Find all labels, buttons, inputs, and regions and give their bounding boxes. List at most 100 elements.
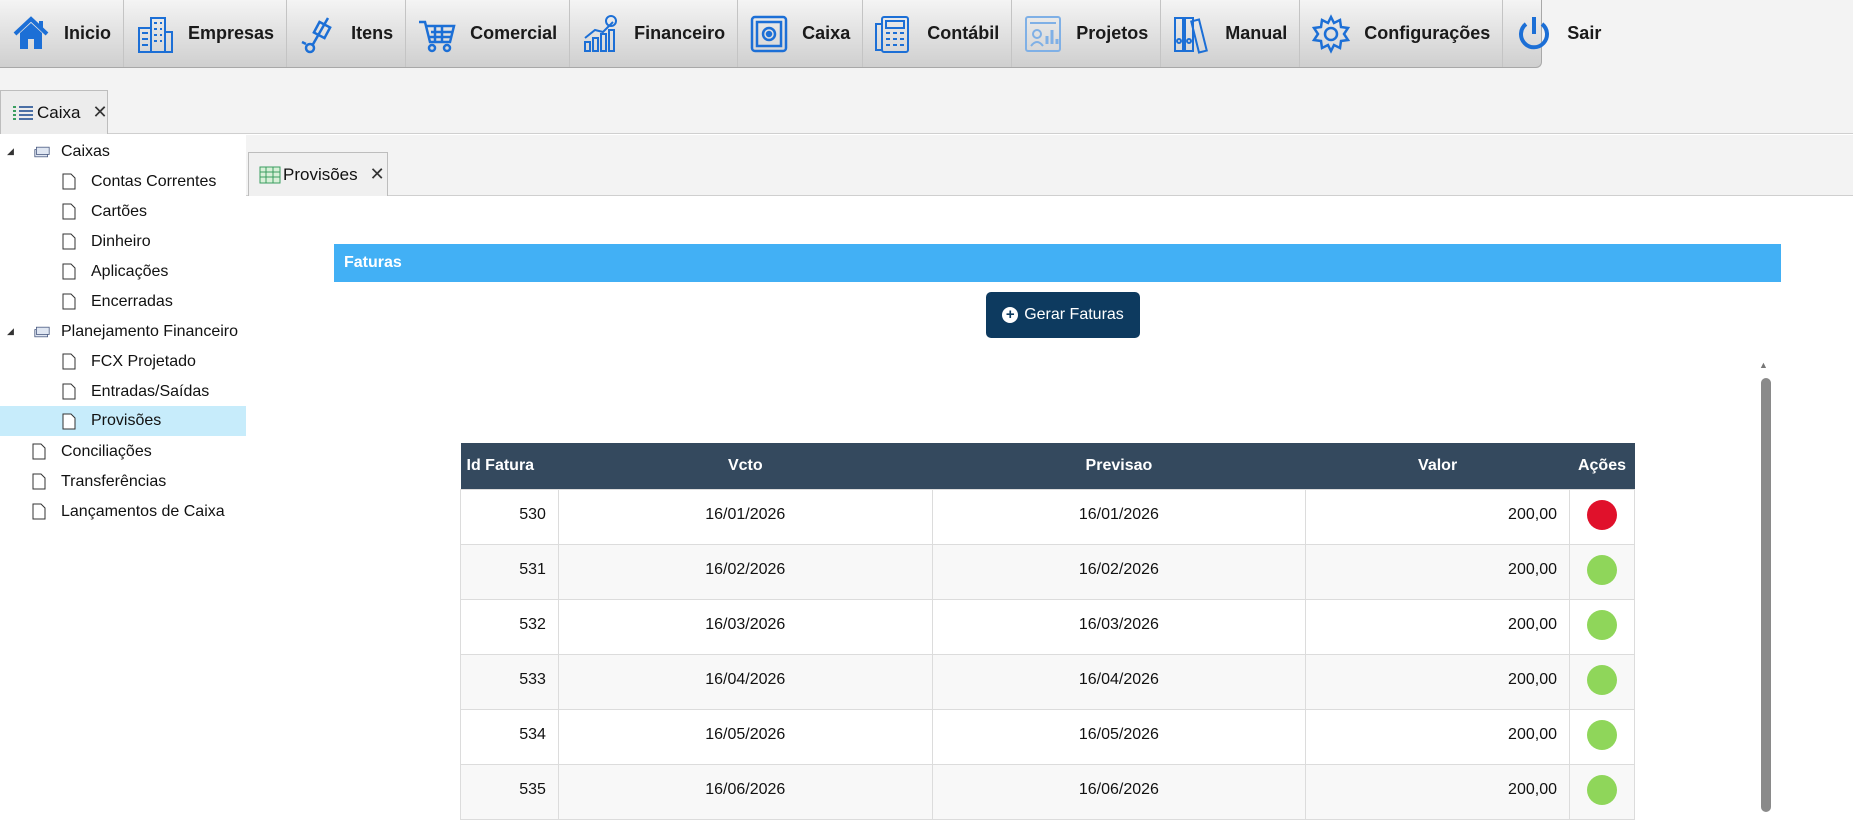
status-indicator-red[interactable] — [1586, 499, 1617, 530]
status-indicator-green[interactable] — [1586, 664, 1617, 695]
cell-valor: 200,00 — [1305, 598, 1570, 655]
tree-item-lancamentos[interactable]: Lançamentos de Caixa — [0, 497, 246, 526]
shopping-cart-icon — [416, 13, 458, 55]
document-icon — [61, 353, 77, 371]
tree-label-transferencias: Transferências — [61, 472, 167, 490]
sidebar-tree: ◢ Caixas Contas Correntes Cartões Dinhei… — [0, 135, 246, 812]
tab-provisoes-label: Provisões — [283, 164, 358, 184]
tree-label-provisoes: Provisões — [91, 412, 162, 429]
table-row[interactable]: 530 16/01/2026 16/01/2026 200,00 — [460, 488, 1636, 545]
tree-item-encerradas[interactable]: Encerradas — [0, 287, 246, 316]
tree-label-fcx: FCX Projetado — [91, 352, 196, 370]
cell-valor: 200,00 — [1305, 708, 1570, 765]
menu-item-empresas[interactable]: Empresas — [124, 0, 288, 67]
column-header-vcto[interactable]: Vcto — [558, 443, 933, 489]
column-header-acoes: Ações — [1569, 443, 1635, 489]
cell-vcto: 16/02/2026 — [557, 543, 933, 600]
cell-valor: 200,00 — [1305, 488, 1570, 545]
gerar-faturas-button[interactable]: + Gerar Faturas — [986, 292, 1140, 338]
tree-item-entradas-saidas[interactable]: Entradas/Saídas — [0, 377, 246, 406]
table-row[interactable]: 532 16/03/2026 16/03/2026 200,00 — [460, 598, 1636, 655]
faturas-table: Id Fatura Vcto Previsao Valor Ações 530 … — [460, 443, 1636, 820]
status-indicator-green[interactable] — [1586, 719, 1617, 750]
menu-label-caixa: Caixa — [802, 23, 851, 43]
tree-item-caixas[interactable]: ◢ Caixas — [0, 137, 246, 166]
cell-previsao: 16/01/2026 — [931, 488, 1307, 545]
tree-label-aplicacoes: Aplicações — [91, 262, 169, 280]
menu-item-sair[interactable]: Sair — [1503, 0, 1613, 67]
cell-id: 530 — [460, 488, 559, 545]
vertical-scrollbar[interactable] — [1761, 378, 1771, 812]
menu-label-configuracoes: Configurações — [1364, 23, 1491, 43]
buildings-icon — [134, 13, 176, 55]
menu-label-manual: Manual — [1225, 23, 1288, 43]
tree-item-dinheiro[interactable]: Dinheiro — [0, 227, 246, 256]
cell-vcto: 16/06/2026 — [557, 763, 933, 820]
menu-item-comercial[interactable]: Comercial — [406, 0, 571, 67]
hand-truck-icon — [297, 13, 339, 55]
cell-previsao: 16/04/2026 — [931, 653, 1307, 710]
column-header-id[interactable]: Id Fatura — [460, 443, 559, 489]
tree-item-contas-correntes[interactable]: Contas Correntes — [0, 167, 246, 196]
tree-item-conciliacoes[interactable]: Conciliações — [0, 437, 246, 466]
tree-item-aplicacoes[interactable]: Aplicações — [0, 257, 246, 286]
menu-label-comercial: Comercial — [470, 23, 558, 43]
tab-provisoes[interactable]: Provisões ✕ — [248, 152, 388, 196]
document-icon — [61, 293, 77, 311]
menu-label-itens: Itens — [351, 23, 394, 43]
faturas-header: Faturas — [334, 244, 1781, 282]
status-indicator-green[interactable] — [1586, 554, 1617, 585]
column-header-previsao[interactable]: Previsao — [932, 443, 1306, 489]
column-header-valor[interactable]: Valor — [1305, 443, 1570, 489]
menu-item-configuracoes[interactable]: Configurações — [1300, 0, 1504, 67]
status-indicator-green[interactable] — [1586, 774, 1617, 805]
menu-label-inicio: Inicio — [64, 23, 112, 43]
cell-vcto: 16/05/2026 — [557, 708, 933, 765]
tree-label-encerradas: Encerradas — [91, 292, 173, 310]
document-icon — [31, 443, 47, 461]
document-icon — [31, 503, 47, 521]
document-icon — [61, 412, 77, 430]
menu-item-caixa[interactable]: Caixa — [738, 0, 864, 67]
table-row[interactable]: 535 16/06/2026 16/06/2026 200,00 — [460, 763, 1636, 820]
tree-item-transferencias[interactable]: Transferências — [0, 467, 246, 496]
menu-item-inicio[interactable]: Inicio — [0, 0, 125, 67]
menu-item-projetos[interactable]: Projetos — [1012, 0, 1162, 67]
close-icon[interactable]: ✕ — [92, 102, 107, 123]
menu-item-financeiro[interactable]: Financeiro — [570, 0, 739, 67]
cell-vcto: 16/03/2026 — [557, 598, 933, 655]
tab-caixa[interactable]: Caixa ✕ — [0, 90, 108, 134]
status-indicator-green[interactable] — [1586, 609, 1617, 640]
menu-item-itens[interactable]: Itens — [287, 0, 407, 67]
cell-valor: 200,00 — [1305, 763, 1570, 820]
expand-caret-icon[interactable]: ◢ — [7, 146, 14, 157]
plus-circle-icon: + — [1002, 307, 1019, 323]
menu-label-sair: Sair — [1567, 23, 1602, 43]
main-menu: Inicio Empresas Itens Comercial Financei… — [0, 0, 1601, 68]
menu-item-manual[interactable]: Manual — [1161, 0, 1301, 67]
close-icon[interactable]: ✕ — [370, 164, 385, 185]
cell-acoes — [1568, 488, 1636, 545]
tree-label-planejamento: Planejamento Financeiro — [61, 322, 238, 340]
expand-caret-icon[interactable]: ◢ — [7, 326, 14, 337]
table-row[interactable]: 531 16/02/2026 16/02/2026 200,00 — [460, 543, 1636, 600]
menu-item-contabil[interactable]: Contábil — [863, 0, 1013, 67]
cell-acoes — [1568, 763, 1636, 820]
scroll-up-arrow-icon[interactable]: ▲ — [1759, 360, 1768, 370]
menu-label-empresas: Empresas — [188, 23, 275, 43]
document-icon — [61, 263, 77, 281]
tree-item-planejamento-financeiro[interactable]: ◢ Planejamento Financeiro — [0, 317, 246, 346]
menu-label-financeiro: Financeiro — [634, 23, 726, 43]
menu-label-projetos: Projetos — [1076, 23, 1149, 43]
cell-previsao: 16/02/2026 — [931, 543, 1307, 600]
inner-tab-bar: Provisões ✕ — [246, 135, 1853, 196]
tree-label-dinheiro: Dinheiro — [91, 232, 151, 250]
tree-item-cartoes[interactable]: Cartões — [0, 197, 246, 226]
table-row[interactable]: 534 16/05/2026 16/05/2026 200,00 — [460, 708, 1636, 765]
cell-previsao: 16/06/2026 — [931, 763, 1307, 820]
tree-item-fcx-projetado[interactable]: FCX Projetado — [0, 347, 246, 376]
document-icon — [61, 383, 77, 401]
table-row[interactable]: 533 16/04/2026 16/04/2026 200,00 — [460, 653, 1636, 710]
document-icon — [61, 173, 77, 191]
tree-item-provisoes[interactable]: Provisões — [0, 406, 246, 436]
